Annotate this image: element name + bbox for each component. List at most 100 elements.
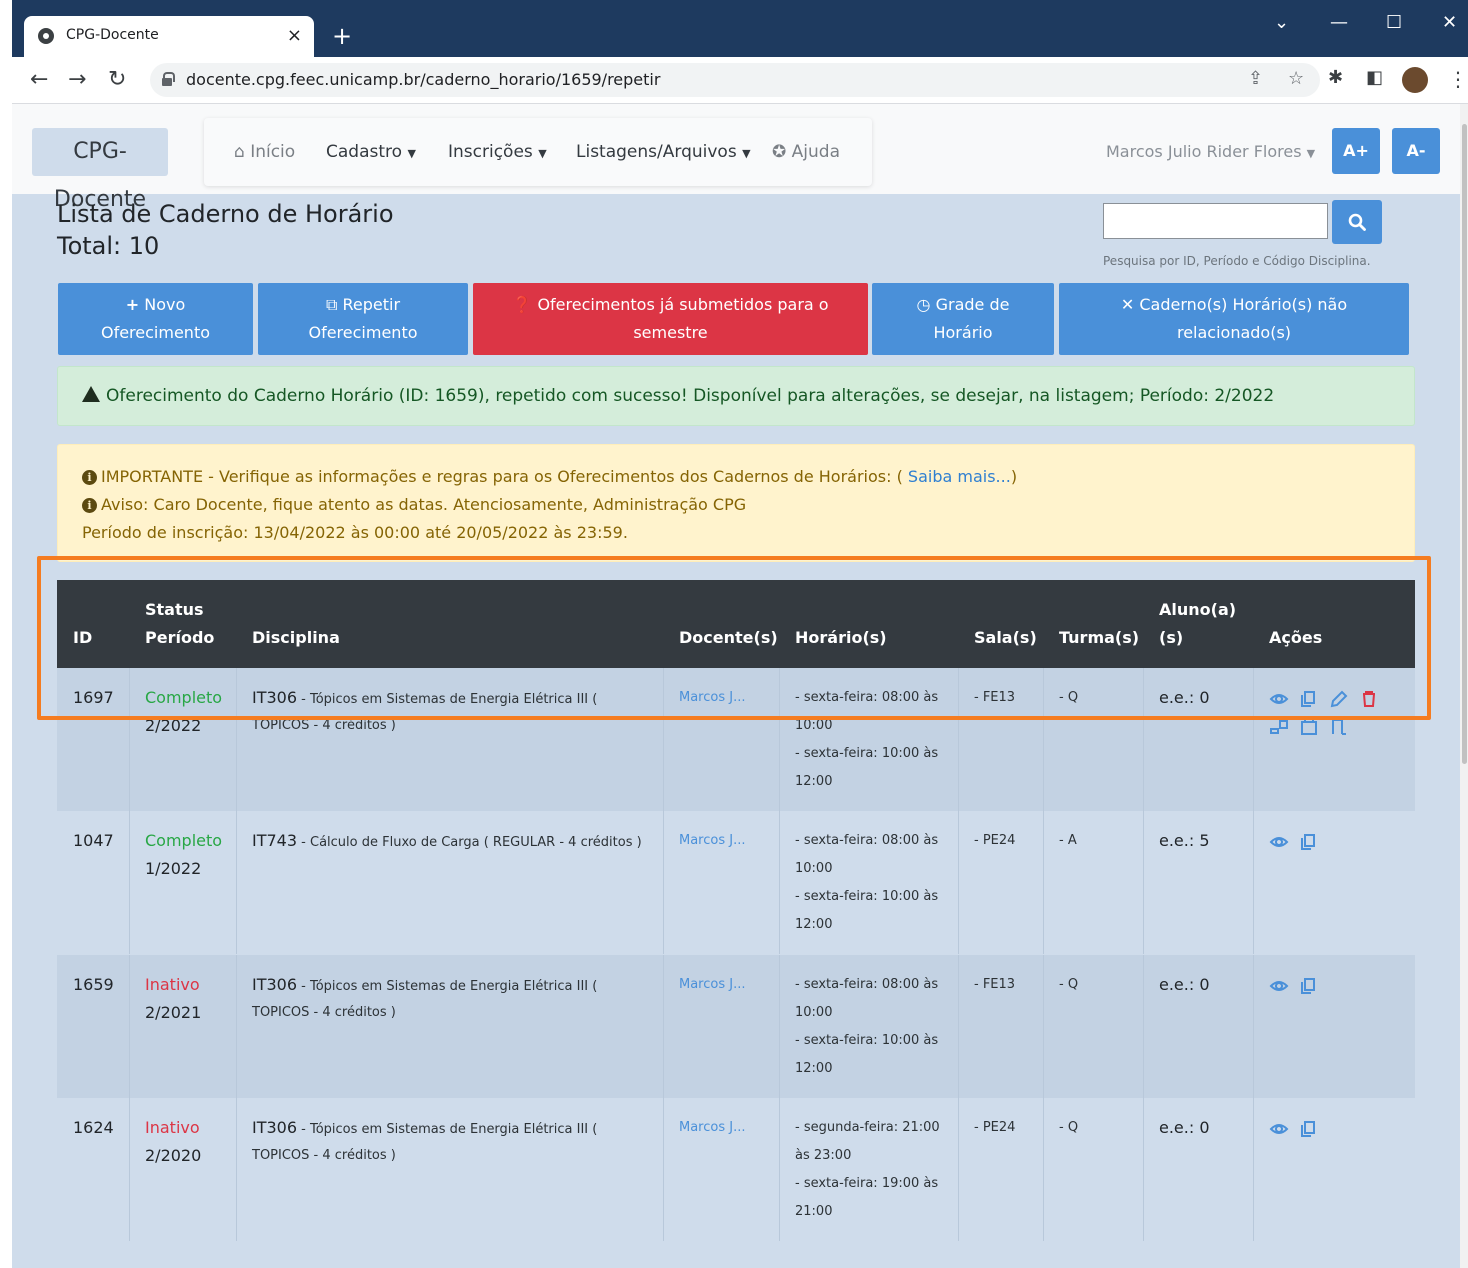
tab-search-icon[interactable]: ⌄ [1274,12,1289,33]
menu-listagens-label: Listagens/Arquivos [576,142,737,162]
row-disciplina-2: TOPICOS - 4 créditos ) [252,1148,396,1163]
menu-inscricoes[interactable]: Inscrições ▼ [448,142,547,162]
table-row: 1624 Inativo 2/2020 IT306 - Tópicos em Sist… [57,1098,1415,1241]
caderno-label-2: relacionado(s) [1176,323,1292,342]
eye-icon[interactable] [1269,976,1289,996]
tab-close-icon[interactable]: × [287,25,302,46]
docente-link[interactable]: Marcos J... [679,971,745,999]
side-panel-icon[interactable]: ◧ [1366,67,1383,88]
menu-inicio[interactable]: ⌂ Início [234,142,295,162]
row-periodo: 1/2022 [145,859,202,878]
reload-icon[interactable]: ↻ [108,67,126,92]
question-circle-icon: ❓ [512,295,533,314]
eye-icon[interactable] [1269,1119,1289,1139]
row-periodo: 2/2021 [145,1003,202,1022]
aviso-text: Aviso: Caro Docente, fique atento as dat… [101,495,747,514]
novo-oferecimento-button[interactable]: + Novo Oferecimento [58,283,253,355]
row-periodo: 2/2020 [145,1146,202,1165]
profile-avatar[interactable] [1402,67,1428,93]
caret-down-icon: ▼ [407,147,416,160]
row-sala: - PE24 [974,833,1016,848]
forward-icon[interactable]: → [68,67,86,92]
column-divider [663,955,664,1098]
omnibox[interactable]: docente.cpg.feec.unicamp.br/caderno_hora… [150,63,1320,97]
grade-label: Grade de [935,295,1010,314]
oferecimentos-submetidos-button[interactable]: ❓ Oferecimentos já submetidos para o sem… [473,283,868,355]
brand-link[interactable]: CPG-Docente [32,128,168,212]
periodo-text: Período de inscrição: 13/04/2022 às 00:0… [82,523,628,542]
row-alunos: e.e.: 0 [1159,1118,1210,1137]
scrollbar-thumb[interactable] [1462,124,1467,764]
close-window-icon[interactable]: ✕ [1442,12,1457,33]
minimize-icon[interactable]: — [1330,12,1348,33]
docente-link[interactable]: Marcos J... [679,827,745,855]
success-alert: Oferecimento do Caderno Horário (ID: 165… [57,366,1415,426]
browser-tab[interactable]: CPG-Docente × [24,16,314,57]
font-decrease-button[interactable]: A- [1392,128,1440,174]
copy-icon[interactable] [1299,1119,1319,1139]
share-icon[interactable]: ⇪ [1248,68,1263,89]
column-divider [663,1098,664,1241]
column-divider [1253,1098,1254,1241]
column-divider [236,1098,237,1241]
menu-listagens[interactable]: Listagens/Arquivos ▼ [576,142,751,162]
row-horario: - sexta-feira: 10:00 às [795,746,939,761]
row-horario: 10:00 [795,861,833,876]
warning-triangle-icon [82,386,100,402]
copy-icon[interactable] [1299,976,1319,996]
eye-icon[interactable] [1269,832,1289,852]
submetidos-label-2: semestre [633,323,708,342]
novo-label-2: Oferecimento [100,323,210,342]
bookmark-star-icon[interactable]: ☆ [1288,68,1304,89]
success-alert-text: Oferecimento do Caderno Horário (ID: 165… [106,386,1275,406]
tab-title: CPG-Docente [66,27,159,43]
menu-kebab-icon[interactable]: ⋮ [1448,67,1468,91]
new-tab-icon[interactable]: + [332,22,352,50]
user-name: Marcos Julio Rider Flores [1106,142,1302,161]
caret-down-icon: ▼ [1306,147,1316,160]
grade-horario-button[interactable]: ◷ Grade de Horário [872,283,1054,355]
tab-bar: CPG-Docente × + ⌄ — ☐ ✕ [12,0,1468,57]
total-count: Total: 10 [57,232,160,260]
home-icon: ⌂ [234,142,245,162]
column-divider [129,1098,130,1241]
docente-link[interactable]: Marcos J... [679,1114,745,1142]
info-circle-icon: i [82,470,97,485]
column-divider [779,955,780,1098]
search-input[interactable] [1103,203,1328,239]
repetir-label-2: Oferecimento [308,323,418,342]
menu-cadastro[interactable]: Cadastro ▼ [326,142,416,162]
column-divider [958,1098,959,1241]
column-divider [779,811,780,954]
address-bar: ← → ↻ docente.cpg.feec.unicamp.br/cadern… [12,57,1468,104]
column-divider [236,811,237,954]
url-text[interactable]: docente.cpg.feec.unicamp.br/caderno_hora… [186,70,660,89]
important-text: IMPORTANTE - Verifique as informações e … [101,467,903,486]
repetir-oferecimento-button[interactable]: ⧉ Repetir Oferecimento [258,283,468,355]
column-divider [129,811,130,954]
menu-ajuda-label: Ajuda [791,142,840,162]
row-horario: 12:00 [795,917,833,932]
row-id: 1047 [73,831,114,850]
copy-icon[interactable] [1299,832,1319,852]
caderno-nao-relacionado-button[interactable]: ✕ Caderno(s) Horário(s) não relacionado(… [1059,283,1409,355]
row-horario: - sexta-feira: 19:00 às [795,1176,939,1191]
caderno-label: Caderno(s) Horário(s) não [1139,295,1348,314]
back-icon[interactable]: ← [30,67,48,92]
user-menu[interactable]: Marcos Julio Rider Flores ▼ [1106,142,1315,161]
font-increase-button[interactable]: A+ [1332,128,1380,174]
search-button[interactable] [1332,200,1382,244]
column-divider [779,1098,780,1241]
discipline-name: - Tópicos em Sistemas de Energia Elétric… [297,979,598,994]
row-highlight-frame [37,556,1431,720]
navbar: CPG-Docente ⌂ Início Cadastro ▼ Inscriçõ… [12,104,1460,212]
row-disciplina-2: TOPICOS - 4 créditos ) [252,1005,396,1020]
extensions-icon[interactable]: ✱ [1328,67,1343,88]
saiba-mais-link[interactable]: Saiba mais... [908,467,1011,486]
column-divider [1253,811,1254,954]
maximize-icon[interactable]: ☐ [1386,12,1402,33]
discipline-code: IT306 [252,975,298,994]
column-divider [958,955,959,1098]
row-disciplina: IT306 - Tópicos em Sistemas de Energia E… [252,1114,597,1144]
menu-ajuda[interactable]: ✪ Ajuda [772,142,840,162]
